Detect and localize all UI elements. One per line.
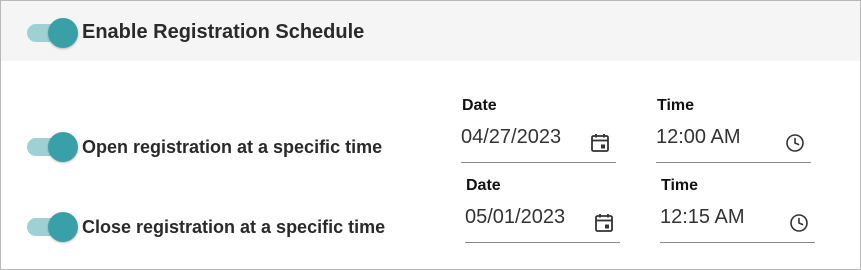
calendar-icon[interactable]	[589, 132, 611, 154]
close-registration-toggle[interactable]	[27, 212, 78, 242]
close-registration-label: Close registration at a specific time	[82, 217, 386, 237]
close-time-caption: Time	[661, 177, 699, 194]
enable-schedule-toggle[interactable]	[27, 18, 78, 48]
close-date-caption: Date	[466, 177, 501, 194]
toggle-thumb	[48, 212, 78, 242]
close-date-field[interactable]: 05/01/2023	[465, 202, 620, 243]
clock-icon[interactable]	[784, 132, 806, 154]
close-time-value: 12:15 AM	[660, 206, 745, 228]
page-title: Enable Registration Schedule	[82, 21, 365, 43]
open-registration-label: Open registration at a specific time	[82, 137, 383, 157]
open-date-value: 04/27/2023	[461, 126, 562, 148]
close-date-value: 05/01/2023	[465, 206, 566, 228]
open-date-field[interactable]: 04/27/2023	[461, 122, 616, 163]
open-date-caption: Date	[462, 97, 497, 114]
toggle-thumb	[48, 132, 78, 162]
toggle-thumb	[48, 18, 78, 48]
close-time-field[interactable]: 12:15 AM	[660, 202, 815, 243]
open-time-field[interactable]: 12:00 AM	[656, 122, 811, 163]
open-time-caption: Time	[657, 97, 695, 114]
calendar-icon[interactable]	[593, 212, 615, 234]
open-time-value: 12:00 AM	[656, 126, 741, 148]
clock-icon[interactable]	[788, 212, 810, 234]
open-registration-toggle[interactable]	[27, 132, 78, 162]
